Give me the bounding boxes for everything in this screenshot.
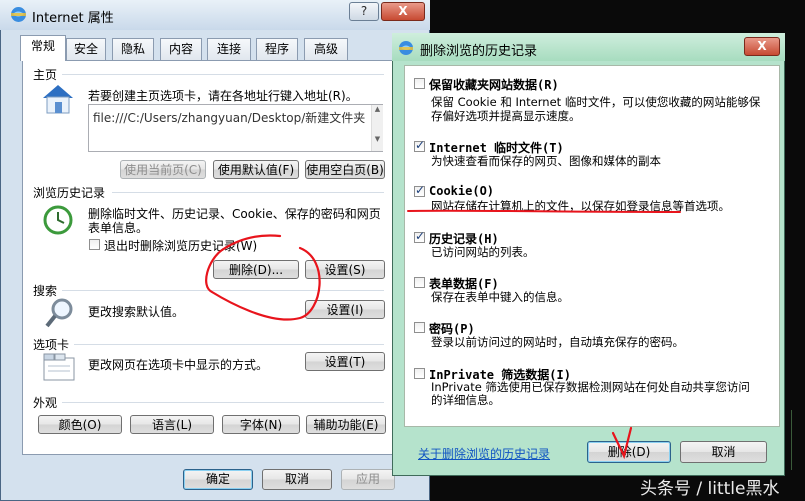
annotation-check [611,426,633,460]
annotation-circle [205,234,321,321]
tab-general[interactable]: 常规 [20,35,66,61]
annotation-overlay [205,209,681,460]
annotation-underline [407,209,681,213]
watermark-text: 头条号 / little黑水 [640,479,780,499]
